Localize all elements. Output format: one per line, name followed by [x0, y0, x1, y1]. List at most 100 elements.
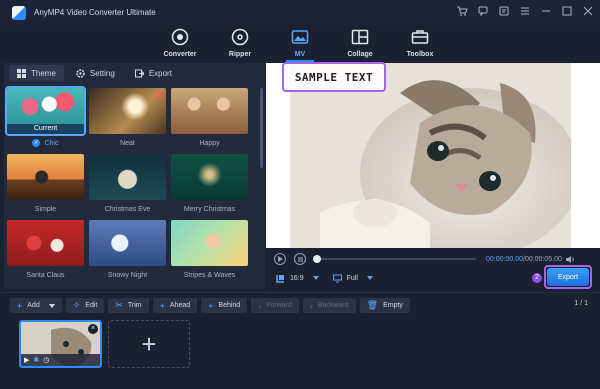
- current-theme-label: Current: [7, 124, 84, 134]
- aspect-ratio-select[interactable]: 16:9: [276, 274, 319, 283]
- backward-button[interactable]: › Backward: [302, 298, 356, 313]
- magic-wand-icon: ✧: [72, 300, 81, 310]
- minimize-icon[interactable]: [540, 5, 552, 17]
- clip-duration-icon[interactable]: ◷: [43, 356, 49, 364]
- nav-ripper[interactable]: Ripper: [211, 25, 269, 63]
- progress-slider[interactable]: [313, 255, 476, 263]
- theme-santa-claus[interactable]: Santa Claus: [7, 220, 84, 286]
- theme-name: Neat: [120, 139, 135, 147]
- theme-thumbnail: [89, 88, 166, 134]
- theme-thumbnail: [7, 220, 84, 266]
- chevron-down-icon[interactable]: [48, 303, 55, 308]
- theme-snowy-night[interactable]: Snowy Night: [89, 220, 166, 286]
- title-bar: AnyMP4 Video Converter Ultimate: [0, 0, 600, 25]
- timeline-clip[interactable]: × ▶ ✱ ◷: [19, 320, 102, 368]
- clip-play-icon[interactable]: ▶: [24, 356, 29, 364]
- play-icon: [278, 256, 283, 262]
- theme-caption: Snowy Night: [89, 266, 166, 284]
- progress-knob[interactable]: [313, 255, 321, 263]
- forward-button[interactable]: ‹ Forward: [251, 298, 299, 313]
- theme-name: Snowy Night: [107, 271, 148, 279]
- theme-scrollbar[interactable]: [260, 88, 263, 168]
- fit-mode-select[interactable]: Full: [332, 274, 373, 283]
- nav-collage[interactable]: Collage: [331, 25, 389, 63]
- empty-button[interactable]: 🗑 Empty: [359, 298, 410, 313]
- section-divider: [0, 292, 600, 293]
- theme-name: Merry Christmas: [183, 205, 236, 213]
- cart-icon[interactable]: [456, 5, 468, 17]
- theme-simple[interactable]: Simple: [7, 154, 84, 220]
- stop-icon: [297, 256, 303, 262]
- app-title: AnyMP4 Video Converter Ultimate: [34, 8, 156, 17]
- theme-chic[interactable]: Current ✓ Chic: [5, 86, 86, 154]
- theme-thumbnail: [171, 220, 248, 266]
- add-ahead-icon: +: [159, 300, 165, 311]
- stop-button[interactable]: [294, 253, 306, 265]
- theme-happy[interactable]: Happy: [171, 88, 248, 154]
- trim-button[interactable]: ✂ Trim: [108, 298, 149, 313]
- grid-icon: [17, 68, 26, 78]
- nav-toolbox[interactable]: Toolbox: [391, 25, 449, 63]
- empty-label: Empty: [383, 302, 403, 309]
- forward-label: Forward: [266, 302, 292, 309]
- trim-label: Trim: [127, 302, 142, 309]
- collage-icon: [351, 28, 369, 46]
- aspect-ratio-value: 16:9: [290, 274, 304, 282]
- check-icon: ✓: [32, 139, 41, 147]
- nav-toolbox-label: Toolbox: [406, 51, 434, 58]
- ripper-icon: [231, 28, 249, 46]
- feedback-icon[interactable]: [477, 5, 489, 17]
- theme-name: Happy: [199, 139, 220, 147]
- clip-controls: ▶ ✱ ◷: [21, 354, 100, 366]
- behind-button[interactable]: + Behind: [201, 298, 248, 313]
- volume-icon[interactable]: [565, 255, 575, 264]
- sample-text-overlay[interactable]: SAMPLE TEXT: [282, 62, 386, 92]
- tab-export[interactable]: Export: [127, 65, 180, 81]
- help-icon[interactable]: [498, 5, 510, 17]
- menu-icon[interactable]: [519, 5, 531, 17]
- theme-caption: ✓ Chic: [7, 134, 84, 152]
- behind-label: Behind: [218, 302, 241, 309]
- clip-effects-icon[interactable]: ✱: [33, 356, 39, 364]
- nav-mv[interactable]: MV: [271, 25, 329, 63]
- add-button[interactable]: + Add: [10, 298, 62, 313]
- plus-icon: +: [17, 300, 23, 311]
- arrow-left-icon: ‹: [258, 300, 262, 311]
- fit-mode-value: Full: [346, 274, 358, 282]
- trash-icon: 🗑: [366, 300, 379, 310]
- nav-collage-label: Collage: [347, 51, 373, 58]
- theme-neat[interactable]: Neat: [89, 88, 166, 154]
- close-icon[interactable]: [582, 5, 594, 17]
- tab-setting[interactable]: Setting: [68, 65, 123, 81]
- clip-remove-icon[interactable]: ×: [88, 324, 98, 334]
- add-clip-button[interactable]: +: [108, 320, 190, 368]
- app-logo: [12, 5, 26, 20]
- arrow-right-icon: ›: [309, 300, 313, 311]
- theme-stripes-waves[interactable]: Stripes & Waves: [171, 220, 248, 286]
- theme-christmas-eve[interactable]: Christmas Eve: [89, 154, 166, 220]
- tab-theme[interactable]: Theme: [9, 65, 64, 81]
- play-button[interactable]: [274, 253, 286, 265]
- theme-thumbnail: [171, 154, 248, 200]
- theme-merry-christmas[interactable]: Merry Christmas: [171, 154, 248, 220]
- current-time: 00:00:00.00: [486, 255, 523, 263]
- theme-caption: Neat: [89, 134, 166, 152]
- export-button[interactable]: Export: [547, 268, 589, 286]
- ahead-button[interactable]: + Ahead: [152, 298, 198, 313]
- edit-button[interactable]: ✧ Edit: [65, 298, 105, 313]
- step-marker: 2: [532, 273, 542, 283]
- theme-name: Simple: [34, 205, 57, 213]
- toolbox-icon: [411, 28, 429, 46]
- theme-name: Santa Claus: [26, 271, 65, 279]
- converter-icon: [171, 28, 189, 46]
- maximize-icon[interactable]: [561, 5, 573, 17]
- gear-icon: [76, 68, 85, 78]
- scissors-icon: ✂: [115, 300, 123, 310]
- mv-icon: [291, 28, 309, 46]
- theme-panel: Theme Setting Export Current ✓ Chic Neat: [4, 63, 265, 289]
- tab-export-label: Export: [148, 68, 172, 78]
- time-display: 00:00:00.00/00:00:05.00: [486, 256, 562, 263]
- tab-setting-label: Setting: [89, 68, 115, 78]
- ahead-label: Ahead: [169, 302, 191, 309]
- nav-converter[interactable]: Converter: [151, 25, 209, 63]
